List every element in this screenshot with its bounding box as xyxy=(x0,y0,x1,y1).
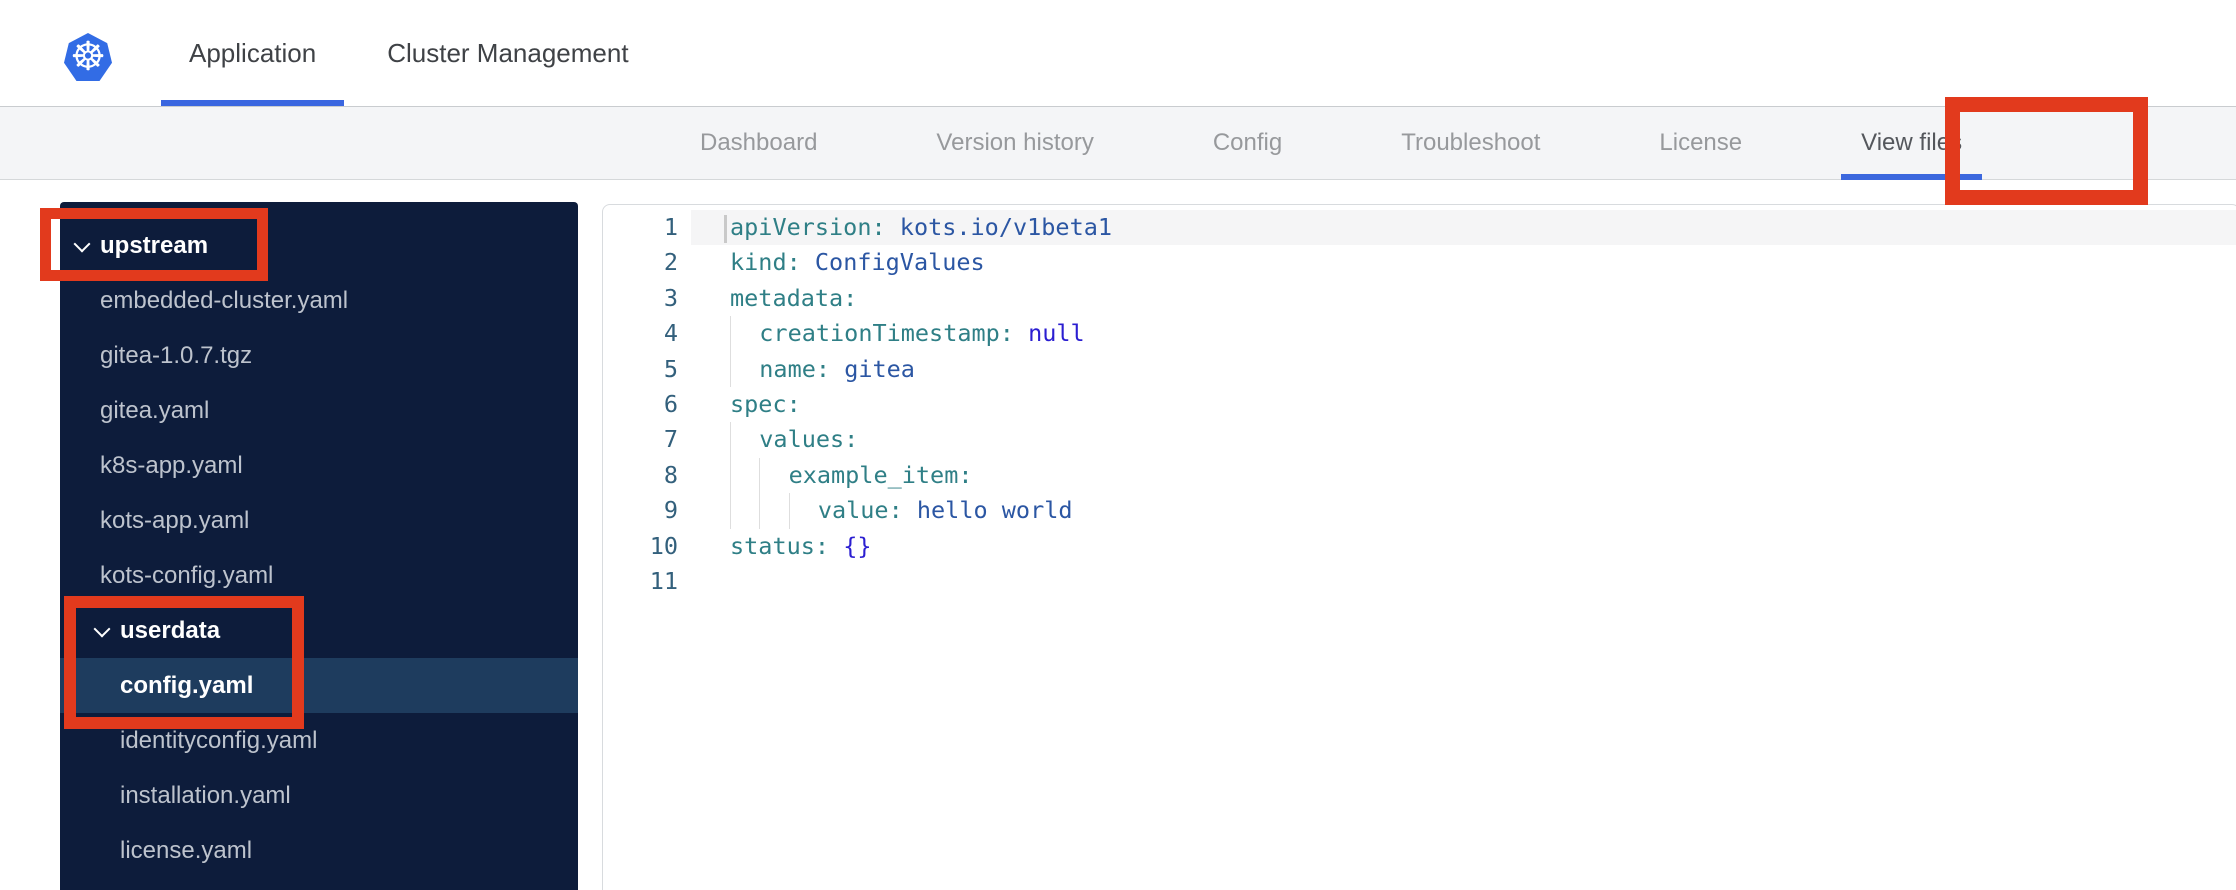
file-label: gitea-1.0.7.tgz xyxy=(100,341,253,369)
line-number: 9 xyxy=(663,496,678,525)
code-content: value: hello world xyxy=(691,493,2236,529)
code-content: example_item: xyxy=(691,457,2236,494)
line-number: 10 xyxy=(649,531,678,560)
code-editor[interactable]: 1 apiVersion: kots.io/v1beta1 2 kind: Confi… xyxy=(602,204,2236,890)
line-number: 1 xyxy=(663,213,678,241)
folder-label: upstream xyxy=(100,231,209,259)
code-content: status: {} xyxy=(730,531,872,560)
text-cursor xyxy=(724,214,727,243)
line-number: 2 xyxy=(663,248,678,277)
indent-guide xyxy=(730,351,759,387)
code-content xyxy=(691,564,2236,599)
app-subnav: Dashboard Version history Config Troublesho… xyxy=(0,107,2236,180)
tab-config[interactable]: Config xyxy=(1213,129,1282,157)
code-content: creationTimestamp: null xyxy=(691,316,2236,352)
indent-guide xyxy=(730,422,759,458)
line-number: 5 xyxy=(663,354,678,383)
code-line: 9 value: hello world xyxy=(603,493,2236,529)
kots-admin-console: ☸ Application Cluster Management Dashboar… xyxy=(0,0,2236,890)
code-line: 7 values: xyxy=(603,422,2236,458)
tree-item-upstream[interactable]: upstream xyxy=(60,218,578,273)
tree-item-kots-app-yaml[interactable]: kots-app.yaml xyxy=(60,493,578,548)
code-content: values: xyxy=(691,422,2236,458)
chevron-down-icon xyxy=(93,622,111,640)
tree-item-kots-config-yaml[interactable]: kots-config.yaml xyxy=(60,548,578,603)
tree-item-gitea-1-0-7-tgz[interactable]: gitea-1.0.7.tgz xyxy=(60,328,578,383)
code-line: 11 xyxy=(603,564,2236,599)
code-content: apiVersion: kots.io/v1beta1 xyxy=(691,210,2236,246)
line-number: 8 xyxy=(663,460,678,489)
code-line: 3 metadata: xyxy=(603,281,2236,316)
tree-item-identityconfig-yaml[interactable]: identityconfig.yaml xyxy=(60,713,578,768)
tab-cluster-management[interactable]: Cluster Management xyxy=(359,0,656,106)
line-number: 6 xyxy=(663,389,678,418)
tree-item-userdata[interactable]: userdata xyxy=(60,603,578,658)
file-label: kots-config.yaml xyxy=(100,561,274,589)
indent-guide xyxy=(730,316,759,352)
code-line: 1 apiVersion: kots.io/v1beta1 xyxy=(603,210,2236,246)
file-label: embedded-cluster.yaml xyxy=(100,286,349,314)
indent-guide xyxy=(730,493,759,529)
line-number: 3 xyxy=(663,283,678,312)
code-content: kind: ConfigValues xyxy=(730,248,985,277)
file-label: kots-app.yaml xyxy=(100,506,250,534)
line-number: 7 xyxy=(663,425,678,454)
chevron-down-icon xyxy=(73,237,91,255)
tab-application[interactable]: Application xyxy=(161,0,345,106)
code-line: 2 kind: ConfigValues xyxy=(603,245,2236,280)
indent-guide xyxy=(759,457,788,494)
tab-version-history[interactable]: Version history xyxy=(936,129,1093,157)
indent-guide xyxy=(788,493,818,529)
code-line: 8 example_item: xyxy=(603,457,2236,494)
file-label: config.yaml xyxy=(120,671,254,699)
code-line: 6 spec: xyxy=(603,387,2236,422)
line-number: 11 xyxy=(649,566,678,595)
file-label: k8s-app.yaml xyxy=(100,451,243,479)
tab-view-files[interactable]: View files xyxy=(1841,129,1983,180)
code-line: 10 status: {} xyxy=(603,529,2236,564)
tree-item-k8s-app-yaml[interactable]: k8s-app.yaml xyxy=(60,438,578,493)
code-line: 5 name: gitea xyxy=(603,351,2236,387)
indent-guide xyxy=(759,493,788,529)
tree-item-config-yaml[interactable]: config.yaml xyxy=(60,658,578,713)
file-label: identityconfig.yaml xyxy=(120,726,318,754)
app-tabs: Application Cluster Management xyxy=(0,0,657,106)
file-tree-sidebar: upstream embedded-cluster.yaml gitea-1.0.7… xyxy=(60,202,578,890)
code-content: name: gitea xyxy=(691,351,2236,387)
file-label: gitea.yaml xyxy=(100,396,210,424)
code-content: metadata: xyxy=(730,283,858,312)
tree-item-embedded-cluster-yaml[interactable]: embedded-cluster.yaml xyxy=(60,273,578,328)
tree-item-installation-yaml[interactable]: installation.yaml xyxy=(60,768,578,823)
tree-item-license-yaml[interactable]: license.yaml xyxy=(60,823,578,878)
file-label: installation.yaml xyxy=(120,781,291,809)
code-content: spec: xyxy=(730,389,801,418)
folder-label: userdata xyxy=(120,616,221,644)
file-label: license.yaml xyxy=(120,836,253,864)
tab-troubleshoot[interactable]: Troubleshoot xyxy=(1401,129,1540,157)
top-nav: ☸ Application Cluster Management xyxy=(0,0,2236,107)
code-line: 4 creationTimestamp: null xyxy=(603,316,2236,352)
tab-license[interactable]: License xyxy=(1659,129,1742,157)
tab-dashboard[interactable]: Dashboard xyxy=(700,129,817,157)
tree-item-gitea-yaml[interactable]: gitea.yaml xyxy=(60,383,578,438)
line-number: 4 xyxy=(663,319,678,348)
indent-guide xyxy=(730,457,759,494)
